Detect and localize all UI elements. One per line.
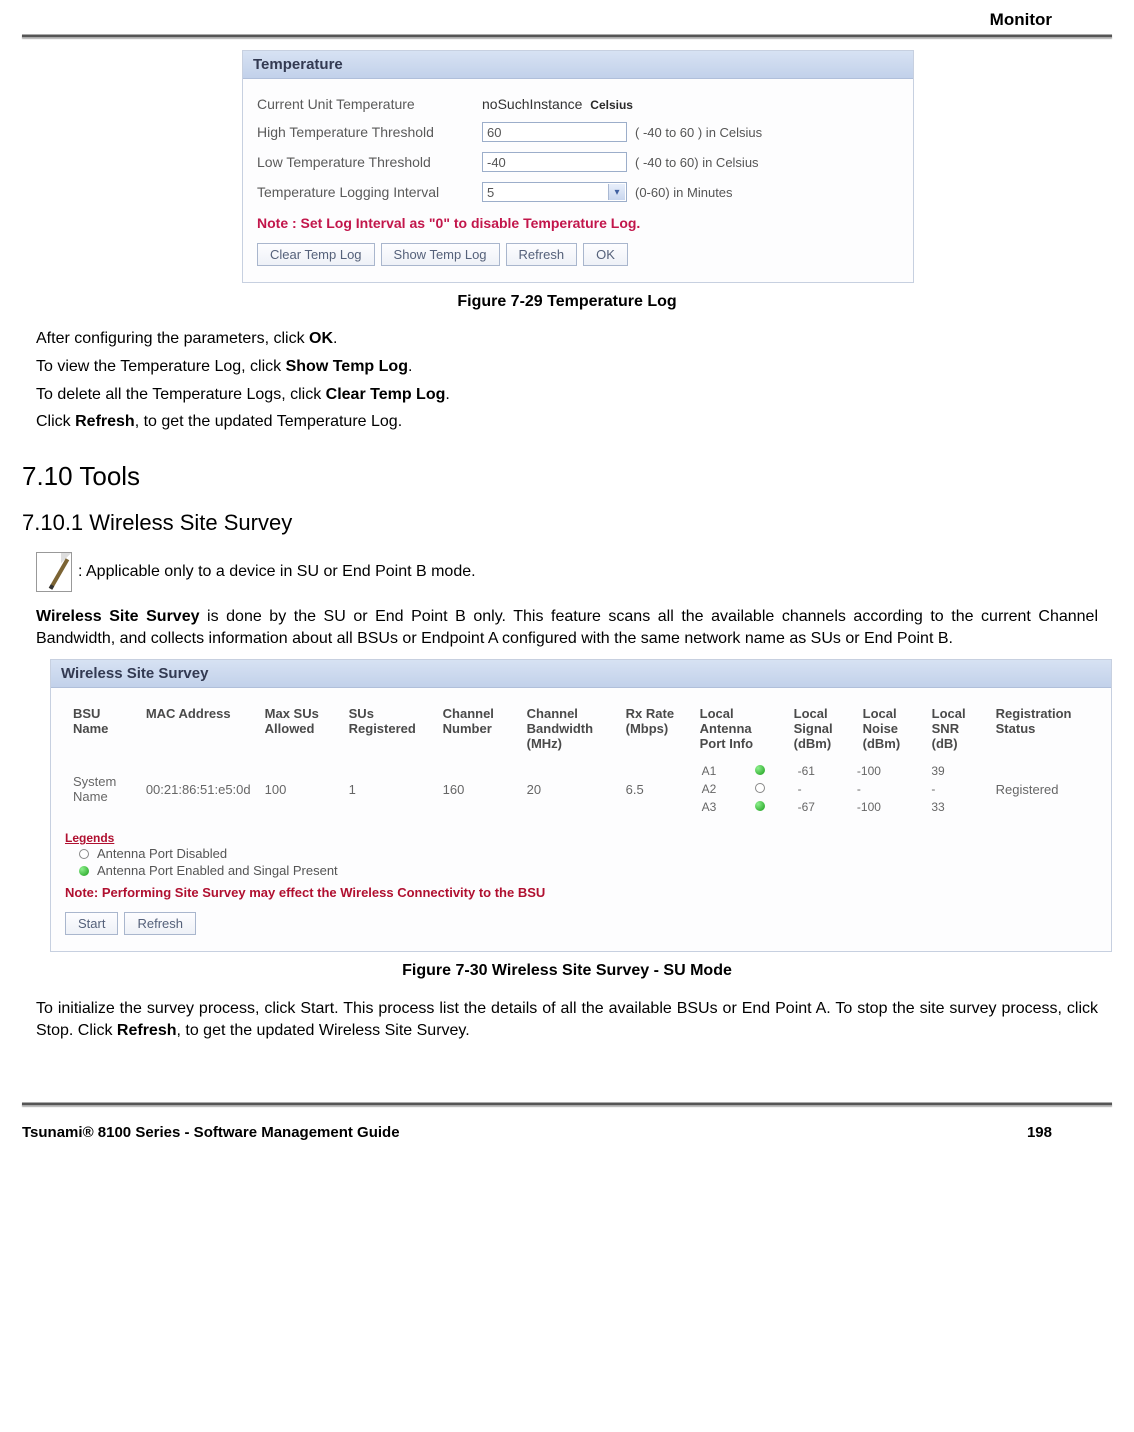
legends-title: Legends bbox=[65, 831, 1097, 845]
show-temp-log-button[interactable]: Show Temp Log bbox=[381, 243, 500, 266]
col-channel-number: Channel Number bbox=[437, 702, 519, 755]
cell-max-sus: 100 bbox=[259, 757, 341, 821]
para-initialize-survey: To initialize the survey process, click … bbox=[36, 998, 1098, 1041]
wss-panel-title: Wireless Site Survey bbox=[51, 660, 1111, 688]
legend-disabled: Antenna Port Disabled bbox=[65, 845, 1097, 862]
wss-table: BSU Name MAC Address Max SUs Allowed SUs… bbox=[65, 700, 1097, 823]
col-channel-bandwidth: Channel Bandwidth (MHz) bbox=[521, 702, 618, 755]
antenna-status-icon bbox=[755, 765, 765, 775]
col-local-signal: Local Signal (dBm) bbox=[788, 702, 855, 755]
antenna-status-icon bbox=[755, 783, 765, 793]
note-applicable-wrap: : Applicable only to a device in SU or E… bbox=[36, 552, 1112, 592]
col-antenna-port-info: Local Antenna Port Info bbox=[694, 702, 786, 755]
logging-interval-value: 5 bbox=[487, 185, 494, 200]
current-temp-value: noSuchInstance Celsius bbox=[482, 96, 633, 112]
logging-interval-hint: (0-60) in Minutes bbox=[635, 185, 733, 200]
wss-refresh-button[interactable]: Refresh bbox=[124, 912, 196, 935]
heading-wireless-site-survey: 7.10.1 Wireless Site Survey bbox=[0, 510, 1112, 536]
high-threshold-hint: ( -40 to 60 ) in Celsius bbox=[635, 125, 762, 140]
antenna-row-a2: A2 - - - bbox=[702, 781, 980, 797]
low-threshold-label: Low Temperature Threshold bbox=[257, 154, 482, 170]
col-max-sus: Max SUs Allowed bbox=[259, 702, 341, 755]
footer-rule bbox=[22, 1102, 1112, 1106]
high-threshold-row: High Temperature Threshold ( -40 to 60 )… bbox=[257, 117, 899, 147]
high-threshold-label: High Temperature Threshold bbox=[257, 124, 482, 140]
cell-bsu-name: System Name bbox=[67, 757, 138, 821]
clear-temp-log-button[interactable]: Clear Temp Log bbox=[257, 243, 375, 266]
wireless-site-survey-panel: Wireless Site Survey BSU Name MAC Addres… bbox=[50, 659, 1112, 952]
current-temp-row: Current Unit Temperature noSuchInstance … bbox=[257, 91, 899, 117]
wss-description: Wireless Site Survey is done by the SU o… bbox=[36, 606, 1098, 649]
logging-interval-select[interactable]: 5 ▾ bbox=[482, 182, 627, 202]
temp-note: Note : Set Log Interval as "0" to disabl… bbox=[257, 215, 899, 231]
logging-interval-row: Temperature Logging Interval 5 ▾ (0-60) … bbox=[257, 177, 899, 207]
legend-enabled: Antenna Port Enabled and Singal Present bbox=[65, 862, 1097, 879]
cell-antenna-block: A1 -61 -100 39 A2 - - - bbox=[694, 757, 988, 821]
cell-registration-status: Registered bbox=[990, 757, 1095, 821]
heading-tools: 7.10 Tools bbox=[0, 461, 1112, 492]
antenna-row-a3: A3 -67 -100 33 bbox=[702, 799, 980, 815]
current-temp-label: Current Unit Temperature bbox=[257, 96, 482, 112]
figure-caption-7-30: Figure 7-30 Wireless Site Survey - SU Mo… bbox=[22, 962, 1112, 980]
wss-table-header: BSU Name MAC Address Max SUs Allowed SUs… bbox=[67, 702, 1095, 755]
col-registration-status: Registration Status bbox=[990, 702, 1095, 755]
start-button[interactable]: Start bbox=[65, 912, 118, 935]
antenna-status-icon bbox=[755, 801, 765, 811]
current-temp-value-text: noSuchInstance bbox=[482, 96, 582, 112]
para-delete-log: To delete all the Temperature Logs, clic… bbox=[36, 385, 1112, 406]
col-sus-registered: SUs Registered bbox=[343, 702, 435, 755]
cell-channel-number: 160 bbox=[437, 757, 519, 821]
page-header-title: Monitor bbox=[22, 10, 1112, 30]
logging-interval-label: Temperature Logging Interval bbox=[257, 184, 482, 200]
note-icon bbox=[36, 552, 72, 592]
figure-caption-7-29: Figure 7-29 Temperature Log bbox=[22, 293, 1112, 311]
current-temp-unit: Celsius bbox=[590, 98, 633, 112]
col-bsu-name: BSU Name bbox=[67, 702, 138, 755]
col-local-snr: Local SNR (dB) bbox=[926, 702, 988, 755]
ok-button[interactable]: OK bbox=[583, 243, 628, 266]
cell-rx-rate: 6.5 bbox=[620, 757, 692, 821]
para-view-log: To view the Temperature Log, click Show … bbox=[36, 357, 1112, 378]
header-rule bbox=[22, 34, 1112, 38]
temperature-panel: Temperature Current Unit Temperature noS… bbox=[242, 50, 914, 283]
footer-doc-title: Tsunami® 8100 Series - Software Manageme… bbox=[22, 1124, 400, 1141]
wss-table-row: System Name 00:21:86:51:e5:0d 100 1 160 … bbox=[67, 757, 1095, 821]
para-config-ok: After configuring the parameters, click … bbox=[36, 329, 1112, 350]
col-rx-rate: Rx Rate (Mbps) bbox=[620, 702, 692, 755]
high-threshold-input[interactable] bbox=[482, 122, 627, 142]
para-refresh-log: Click Refresh, to get the updated Temper… bbox=[36, 412, 1112, 433]
cell-channel-bandwidth: 20 bbox=[521, 757, 618, 821]
col-mac: MAC Address bbox=[140, 702, 257, 755]
chevron-down-icon: ▾ bbox=[608, 184, 625, 200]
note-applicable-text: : Applicable only to a device in SU or E… bbox=[78, 563, 476, 581]
footer-page-number: 198 bbox=[1027, 1124, 1052, 1141]
wss-note: Note: Performing Site Survey may effect … bbox=[65, 885, 1097, 900]
antenna-row-a1: A1 -61 -100 39 bbox=[702, 763, 980, 779]
antenna-disabled-icon bbox=[79, 849, 89, 859]
refresh-button[interactable]: Refresh bbox=[506, 243, 578, 266]
low-threshold-row: Low Temperature Threshold ( -40 to 60) i… bbox=[257, 147, 899, 177]
cell-sus-registered: 1 bbox=[343, 757, 435, 821]
low-threshold-hint: ( -40 to 60) in Celsius bbox=[635, 155, 759, 170]
antenna-enabled-icon bbox=[79, 866, 89, 876]
temperature-panel-title: Temperature bbox=[243, 51, 913, 79]
low-threshold-input[interactable] bbox=[482, 152, 627, 172]
cell-mac: 00:21:86:51:e5:0d bbox=[140, 757, 257, 821]
col-local-noise: Local Noise (dBm) bbox=[857, 702, 924, 755]
